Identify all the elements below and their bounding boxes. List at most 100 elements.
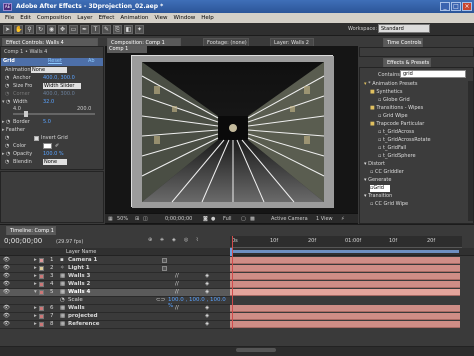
stopwatch-icon[interactable]: ◔ [6, 119, 10, 125]
table-row[interactable]: 👁 ▸ 7 ▦ projected ◈ [0, 313, 230, 321]
twirl-right-icon[interactable]: ▸ [34, 321, 37, 327]
eraser-icon[interactable]: ◧ [124, 25, 133, 34]
twirl-right-icon[interactable]: ▸ [34, 313, 37, 319]
twirl-right-icon[interactable]: ▸ [34, 265, 37, 271]
menu-edit[interactable]: Edit [20, 15, 31, 21]
list-item[interactable]: ■ Synthetics [370, 89, 474, 96]
arrow-icon[interactable]: ➤ [3, 25, 12, 34]
close-button[interactable]: × [462, 2, 472, 11]
grid-toggle-icon[interactable]: ▦ [108, 216, 113, 222]
list-item[interactable]: ▫ Grid Wipe [378, 113, 474, 120]
layer-bar[interactable] [230, 289, 460, 296]
stopwatch-icon[interactable]: ◔ [5, 143, 9, 149]
puppet-icon[interactable]: ✦ [135, 25, 144, 34]
stopwatch-icon[interactable]: ◔ [5, 159, 9, 165]
list-item[interactable]: ■ Transitions - Wipes [370, 105, 474, 112]
layer-bar[interactable] [230, 305, 460, 312]
list-item[interactable]: ▾ * Animation Presets [364, 81, 474, 88]
maximize-button[interactable]: □ [451, 2, 461, 11]
about-link[interactable]: Ab [88, 58, 95, 64]
blending-dropdown[interactable]: None [43, 159, 67, 165]
zoom-icon[interactable]: ⚲ [25, 25, 34, 34]
3d-layer-icon[interactable]: ◈ [205, 273, 209, 279]
list-item-selected[interactable]: ▫Grid [370, 185, 390, 192]
transparency-icon[interactable]: ▩ [250, 216, 255, 222]
layer-bar[interactable] [230, 273, 460, 280]
resolution-dropdown[interactable]: Full [223, 216, 232, 222]
twirl-right-icon[interactable]: ▸ [2, 151, 5, 157]
hand-icon[interactable]: ✋ [14, 25, 23, 34]
comp-timecode[interactable]: 0;00;00;00 [165, 216, 192, 222]
list-item[interactable]: ▫ CC Grid Wipe [370, 201, 474, 208]
3d-layer-icon[interactable]: ◈ [205, 313, 209, 319]
size-from-dropdown[interactable]: Width Slider [43, 83, 81, 89]
comp-breadcrumb[interactable]: Comp 1 [107, 46, 147, 53]
rectangle-icon[interactable]: ▭ [69, 25, 78, 34]
twirl-right-icon[interactable]: ▸ [34, 257, 37, 263]
twirl-right-icon[interactable]: ▸ [2, 119, 5, 125]
channel-icon[interactable]: ● [211, 216, 215, 222]
stopwatch-icon[interactable]: ◔ [5, 91, 9, 97]
timeline-zoom-slider[interactable] [236, 348, 276, 352]
list-item[interactable]: ▫ t_GridFall [378, 145, 474, 152]
3d-layer-icon[interactable]: ◈ [205, 281, 209, 287]
eye-icon[interactable]: 👁 [3, 265, 10, 271]
timeline-search-icon[interactable]: ⊕ [148, 237, 152, 243]
label-color[interactable] [39, 266, 44, 271]
layer-bar[interactable] [230, 281, 460, 288]
label-color[interactable] [39, 282, 44, 287]
label-color[interactable] [39, 314, 44, 319]
region-icon[interactable]: ▢ [241, 216, 246, 222]
stopwatch-icon[interactable]: ◔ [5, 83, 9, 89]
label-color[interactable] [39, 274, 44, 279]
layer-bar[interactable] [230, 265, 460, 272]
zoom-dropdown[interactable]: 50% [117, 216, 128, 222]
motion-blur-icon[interactable]: ◎ [184, 237, 188, 243]
color-swatch[interactable] [43, 143, 52, 149]
fx-switch-icon[interactable]: ∕∕ [175, 289, 179, 295]
layer-name-header[interactable]: Layer Name [66, 249, 96, 255]
eye-icon[interactable]: 👁 [3, 305, 10, 311]
list-item[interactable]: ▫ t_GridAcrossRotate [378, 137, 474, 144]
stopwatch-icon[interactable]: ◔ [5, 135, 9, 141]
table-row[interactable]: 👁 ▸ 2 ✧ Light 1 [0, 265, 230, 273]
list-item[interactable]: ▫ Globe Grid [378, 97, 474, 104]
menu-animation[interactable]: Animation [120, 15, 148, 21]
table-row[interactable]: ◔ Scale ⊂⊃ 100.0 , 100.0 , 100.0 % [0, 297, 230, 309]
camera-icon[interactable]: ◉ [47, 25, 56, 34]
stopwatch-icon[interactable]: ◔ [6, 151, 10, 157]
eyedropper-icon[interactable]: ✐ [55, 143, 59, 149]
tab-effects-presets[interactable]: Effects & Presets [383, 58, 431, 67]
workspace-dropdown[interactable]: Standard [378, 24, 430, 33]
table-row[interactable]: 👁 ▸ 4 ▦ Walls 2 ∕∕ ◈ [0, 281, 230, 289]
list-item[interactable]: ▫ CC Griddler [370, 169, 474, 176]
twirl-down-icon[interactable]: ▾ [2, 99, 5, 105]
constrain-link-icon[interactable]: ⊂⊃ [156, 297, 165, 303]
pen-icon[interactable]: ✒ [80, 25, 89, 34]
work-area-bar[interactable] [233, 250, 459, 253]
list-item[interactable]: ▾ Distort [364, 161, 474, 168]
eye-icon[interactable]: 👁 [3, 321, 10, 327]
animation-dropdown[interactable]: None [31, 67, 67, 73]
3d-layer-icon[interactable]: ◈ [205, 289, 209, 295]
menu-help[interactable]: Help [201, 15, 214, 21]
fx-switch-icon[interactable]: ∕∕ [175, 281, 179, 287]
list-item[interactable]: ▾ Transition [364, 193, 474, 200]
list-item[interactable]: ▫ t_GridSphere [378, 153, 474, 160]
eye-icon[interactable]: 👁 [3, 273, 10, 279]
layer-bar[interactable] [230, 313, 460, 320]
menu-composition[interactable]: Composition [37, 15, 71, 21]
effects-search-input[interactable]: grid [400, 70, 466, 78]
list-item[interactable]: ▾ Generate [364, 177, 474, 184]
composition-viewer[interactable] [131, 55, 334, 208]
table-row[interactable]: 👁 ▸ 6 ▦ Walls ∕∕ ◈ [0, 305, 230, 313]
3d-layer-icon[interactable]: ◈ [205, 305, 209, 311]
camera-dropdown[interactable]: Active Camera [271, 216, 308, 222]
current-time-indicator[interactable] [232, 236, 233, 329]
layer-bar[interactable] [230, 257, 460, 264]
label-color[interactable] [39, 306, 44, 311]
text-icon[interactable]: T [91, 25, 100, 34]
invert-grid-checkbox[interactable] [34, 136, 39, 141]
eye-icon[interactable]: 👁 [3, 289, 10, 295]
timeline-timecode[interactable]: 0;00;00;00 [4, 237, 42, 245]
